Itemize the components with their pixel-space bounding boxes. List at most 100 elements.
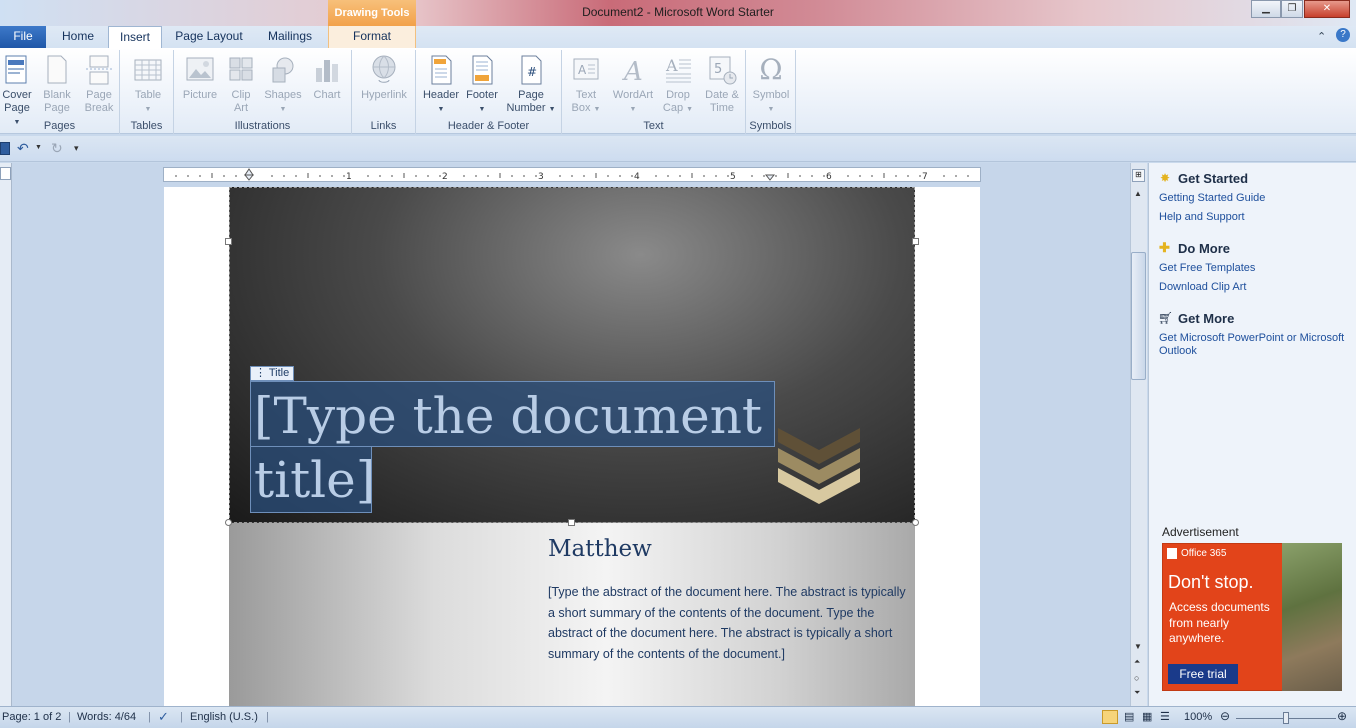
chart-button[interactable]: Chart	[308, 54, 346, 102]
tab-page-layout[interactable]: Page Layout	[170, 26, 248, 48]
cover-page-button[interactable]: Cover Page ▼	[0, 54, 34, 129]
full-screen-reading-icon[interactable]: ▤	[1124, 710, 1134, 723]
status-bar: Page: 1 of 2 | Words: 4/64 | ✓ | English…	[0, 706, 1356, 728]
free-trial-button[interactable]: Free trial	[1168, 664, 1238, 684]
header-label: Header	[422, 89, 460, 101]
svg-text:7: 7	[922, 172, 928, 181]
picture-label: Picture	[182, 89, 218, 101]
resize-handle[interactable]	[912, 238, 919, 245]
tab-format[interactable]: Format	[328, 26, 416, 48]
resize-handle[interactable]	[912, 519, 919, 526]
blank-page-button[interactable]: Blank Page	[38, 54, 76, 115]
footer-button[interactable]: Footer ▼	[462, 54, 502, 116]
cover-page-icon	[5, 55, 27, 84]
group-pages: Cover Page ▼ Blank Page Page Break Pages	[0, 50, 120, 134]
ruler-ticks: 1 2 3 4 5 6 7	[175, 168, 969, 181]
customize-qat-icon[interactable]: ▾	[74, 143, 79, 154]
hyperlink-icon	[372, 55, 396, 83]
minimize-button[interactable]: ▁	[1251, 0, 1281, 18]
redo-icon[interactable]: ↻	[51, 140, 63, 157]
zoom-slider-thumb[interactable]	[1283, 712, 1289, 724]
help-and-support-link[interactable]: Help and Support	[1159, 211, 1245, 223]
get-more-heading: Get More	[1178, 311, 1235, 326]
page-break-label: Page Break	[84, 89, 114, 114]
vertical-scrollbar[interactable]	[1130, 163, 1147, 706]
svg-text:A: A	[578, 63, 587, 77]
tab-mailings[interactable]: Mailings	[258, 26, 322, 48]
group-label-symbols: Symbols	[749, 120, 792, 132]
help-icon[interactable]: ?	[1336, 28, 1350, 42]
tab-insert[interactable]: Insert	[108, 26, 162, 49]
date-time-label: Date & Time	[705, 89, 739, 114]
clip-art-button[interactable]: Clip Art	[226, 54, 256, 115]
chevron-graphic	[778, 428, 860, 504]
group-text: A Text Box ▼ A WordArt ▼ A Drop Cap ▼ 5 D…	[562, 50, 746, 134]
get-started-heading: Get Started	[1178, 171, 1249, 186]
getting-started-guide-link[interactable]: Getting Started Guide	[1159, 192, 1265, 204]
next-page-icon[interactable]: ⏷	[1134, 688, 1140, 698]
chart-icon	[316, 60, 338, 82]
hyperlink-label: Hyperlink	[361, 89, 407, 101]
previous-page-icon[interactable]: ⏶	[1134, 657, 1140, 667]
chart-label: Chart	[313, 89, 341, 101]
zoom-in-icon[interactable]: ⊕	[1337, 709, 1347, 723]
print-layout-icon[interactable]	[1102, 710, 1118, 724]
zoom-level[interactable]: 100%	[1184, 711, 1212, 723]
shapes-label: Shapes	[264, 89, 302, 101]
save-icon[interactable]	[0, 142, 10, 155]
drop-cap-button[interactable]: A Drop Cap ▼	[658, 54, 698, 116]
scrollbar-thumb[interactable]	[1131, 252, 1146, 380]
scroll-down-icon[interactable]: ▼	[1134, 642, 1142, 651]
resize-handle[interactable]	[568, 519, 575, 526]
page-break-button[interactable]: Page Break	[80, 54, 118, 115]
download-clip-art-link[interactable]: Download Clip Art	[1159, 281, 1246, 293]
author-name[interactable]: Matthew	[548, 536, 652, 562]
wordart-button[interactable]: A WordArt ▼	[610, 54, 656, 116]
page-number-button[interactable]: # Page Number ▼	[504, 54, 558, 116]
view-ruler-icon[interactable]: ⊞	[1132, 169, 1145, 182]
header-button[interactable]: Header ▼	[420, 54, 462, 116]
header-icon	[431, 55, 452, 85]
table-button[interactable]: Table ▼	[126, 54, 170, 116]
collapse-ribbon-icon[interactable]: ⌃	[1317, 30, 1326, 43]
outline-icon[interactable]: ☰	[1160, 710, 1170, 723]
text-box-button[interactable]: A Text Box ▼	[566, 54, 606, 116]
horizontal-ruler[interactable]: 1 2 3 4 5 6 7	[163, 167, 981, 182]
tab-selector-icon[interactable]	[0, 167, 11, 180]
get-free-templates-link[interactable]: Get Free Templates	[1159, 262, 1255, 274]
picture-button[interactable]: Picture	[178, 54, 222, 102]
undo-dropdown-icon[interactable]: ▼	[35, 144, 42, 151]
page-count[interactable]: Page: 1 of 2	[2, 711, 61, 723]
wordart-icon: A	[622, 57, 643, 86]
document-title-placeholder[interactable]: [Type the document title]	[254, 384, 774, 512]
abstract-placeholder[interactable]: [Type the abstract of the document here.…	[548, 582, 908, 664]
group-tables: Table ▼ Tables	[120, 50, 174, 134]
advertisement-photo	[1282, 543, 1342, 691]
hyperlink-button[interactable]: Hyperlink	[356, 54, 412, 102]
group-label-tables: Tables	[130, 120, 163, 132]
title-content-control-tag[interactable]: ⋮ Title	[250, 366, 295, 381]
close-button[interactable]: ✕	[1304, 0, 1350, 18]
svg-text:A: A	[665, 56, 678, 75]
date-time-button[interactable]: 5 Date & Time	[700, 54, 744, 115]
web-layout-icon[interactable]: ▦	[1142, 710, 1152, 723]
maximize-button[interactable]: ❐	[1281, 0, 1303, 18]
tab-home[interactable]: Home	[52, 26, 104, 48]
symbol-button[interactable]: Ω Symbol ▼	[748, 54, 794, 116]
shapes-button[interactable]: Shapes ▼	[260, 54, 306, 116]
page-number-label: Page Number	[506, 89, 546, 114]
group-label-text: Text	[643, 120, 664, 132]
resize-handle[interactable]	[225, 238, 232, 245]
scroll-up-icon[interactable]: ▲	[1134, 189, 1142, 198]
cart-icon: 🛒︎	[1158, 311, 1174, 325]
proofing-icon[interactable]: ✓	[158, 709, 169, 725]
language-indicator[interactable]: English (U.S.)	[190, 711, 258, 723]
tab-file[interactable]: File	[0, 26, 46, 48]
zoom-out-icon[interactable]: ⊖	[1220, 709, 1230, 723]
get-powerpoint-outlook-link[interactable]: Get Microsoft PowerPoint or Microsoft Ou…	[1159, 332, 1349, 358]
word-count[interactable]: Words: 4/64	[77, 711, 136, 723]
undo-icon[interactable]: ↶	[17, 140, 29, 157]
resize-handle[interactable]	[225, 519, 232, 526]
browse-object-icon[interactable]: ○	[1134, 673, 1139, 683]
omega-icon: Ω	[759, 53, 783, 86]
